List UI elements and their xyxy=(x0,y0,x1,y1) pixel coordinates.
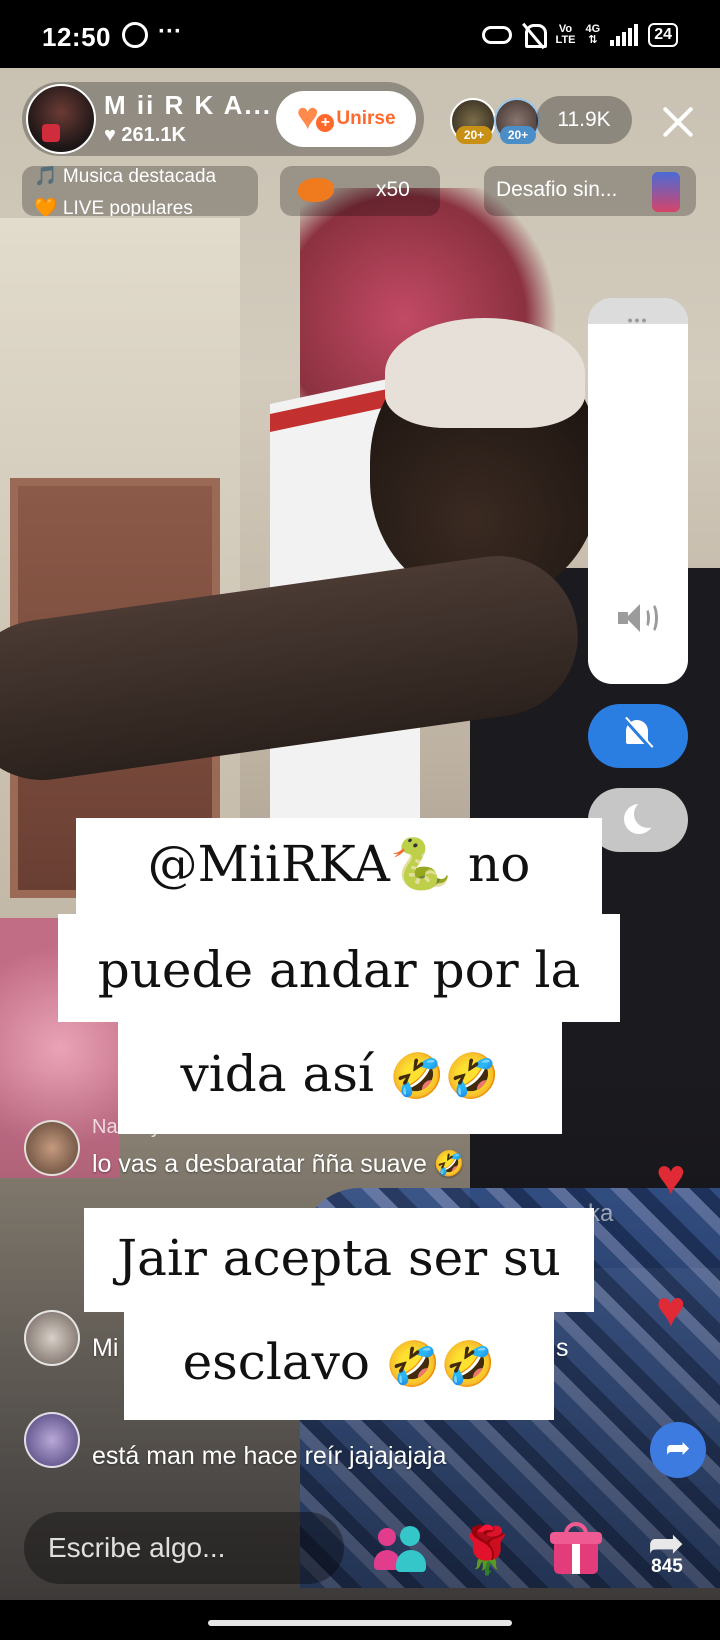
heart-plus-icon xyxy=(296,96,335,139)
volume-slider[interactable]: ••• xyxy=(588,298,688,684)
caption-text: Jair acepta ser su xyxy=(117,1229,561,1287)
data-arrows-icon: ⇅ xyxy=(588,34,598,46)
challenge-icon xyxy=(652,172,680,212)
gift-goal-pill[interactable]: x50 xyxy=(280,166,440,216)
top-viewer-avatar-2[interactable]: 20+ xyxy=(494,98,540,144)
host-likes: ♥ 261.1K xyxy=(104,124,186,146)
moon-icon xyxy=(624,800,662,834)
caption-line-1: @MiiRKA🐍 no xyxy=(76,818,602,914)
gift-goal-icon xyxy=(298,178,334,202)
featured-ranking-pill[interactable]: 🎵 Musica destacada 🧡 LIVE populares xyxy=(22,166,258,216)
viewer-badge: 20+ xyxy=(500,126,536,144)
comment-text: lo vas a desbaratar ññа suave 🤣 xyxy=(92,1150,466,1178)
dark-mode-button[interactable] xyxy=(588,788,688,852)
speaker-icon xyxy=(618,602,660,634)
commenter-avatar[interactable] xyxy=(24,1120,80,1176)
volte-label: Vo LTE xyxy=(556,24,576,46)
host-name[interactable]: M ii R K A... xyxy=(104,90,272,121)
featured-live-label: 🧡 LIVE populares xyxy=(34,198,193,216)
featured-music-label: 🎵 Musica destacada xyxy=(34,166,217,187)
volte-bottom: LTE xyxy=(555,34,576,46)
share-count: 845 xyxy=(651,1556,683,1577)
caption-row: esclavo 🤣🤣 xyxy=(124,1332,554,1395)
whatsapp-icon xyxy=(122,22,148,48)
join-button[interactable]: Unirse xyxy=(276,91,416,147)
network-type: 4G ⇅ xyxy=(586,24,601,46)
comment-text: está man me hace reír jajajajaja xyxy=(92,1442,447,1470)
volume-handle-dots: ••• xyxy=(627,312,649,328)
video-person-hair xyxy=(385,318,585,428)
caption-text: puede andar por la xyxy=(97,941,581,999)
close-icon[interactable] xyxy=(656,100,700,144)
laughing-emoji-icon: 🤣🤣 xyxy=(389,1051,500,1102)
multi-guest-icon[interactable] xyxy=(372,1522,428,1578)
home-indicator[interactable] xyxy=(208,1620,512,1626)
gift-goal-count: x50 xyxy=(376,178,410,201)
comment-text-tail: s xyxy=(556,1334,569,1362)
signal-icon xyxy=(610,24,639,46)
caption-text: vida así xyxy=(180,1045,390,1103)
bell-off-icon xyxy=(522,22,547,48)
caption-line-5: esclavo 🤣🤣 xyxy=(124,1312,554,1420)
host-avatar[interactable] xyxy=(26,84,96,154)
comment-text: Mi xyxy=(92,1334,119,1362)
floating-heart-icon: ♥ xyxy=(656,1149,686,1205)
top-viewer-avatar-1[interactable]: 20+ xyxy=(450,98,496,144)
caption-text: esclavo xyxy=(182,1333,386,1391)
join-label: Unirse xyxy=(336,108,396,129)
status-bar: 12:50 ··· Vo LTE 4G ⇅ 24 xyxy=(0,0,720,68)
challenge-pill[interactable]: Desafio sin... xyxy=(484,166,696,216)
laughing-emoji-icon: 🤣🤣 xyxy=(385,1339,496,1390)
status-icons: Vo LTE 4G ⇅ 24 xyxy=(481,22,678,48)
caption-line-4: Jair acepta ser su xyxy=(84,1208,594,1312)
commenter-avatar[interactable] xyxy=(24,1310,80,1366)
caption-line-3: vida así 🤣🤣 xyxy=(118,1022,562,1134)
battery-icon: 24 xyxy=(648,23,678,47)
viewer-count[interactable]: 11.9K xyxy=(536,96,632,144)
caption-line-2: puede andar por la xyxy=(58,914,620,1022)
status-time: 12:50 xyxy=(42,22,111,52)
viewer-badge: 20+ xyxy=(456,126,492,144)
gift-icon[interactable] xyxy=(548,1522,604,1578)
floating-heart-icon: ♥ xyxy=(656,1281,686,1337)
more-notifications-icon: ··· xyxy=(158,18,182,45)
link-icon xyxy=(481,26,512,44)
caption-row: vida así 🤣🤣 xyxy=(118,1044,562,1107)
caption-text: @MiiRKA🐍 no xyxy=(147,835,531,893)
comment-input[interactable] xyxy=(48,1530,328,1566)
share-shortcut-button[interactable]: ➦ xyxy=(650,1422,706,1478)
commenter-avatar[interactable] xyxy=(24,1412,80,1468)
rose-icon[interactable]: 🌹 xyxy=(458,1522,515,1578)
challenge-label: Desafio sin... xyxy=(496,178,618,201)
mute-notifications-button[interactable] xyxy=(588,704,688,768)
comment-input-pill[interactable] xyxy=(24,1512,344,1584)
comment-item[interactable]: está man me hace reír jajajajaja xyxy=(16,1408,576,1490)
